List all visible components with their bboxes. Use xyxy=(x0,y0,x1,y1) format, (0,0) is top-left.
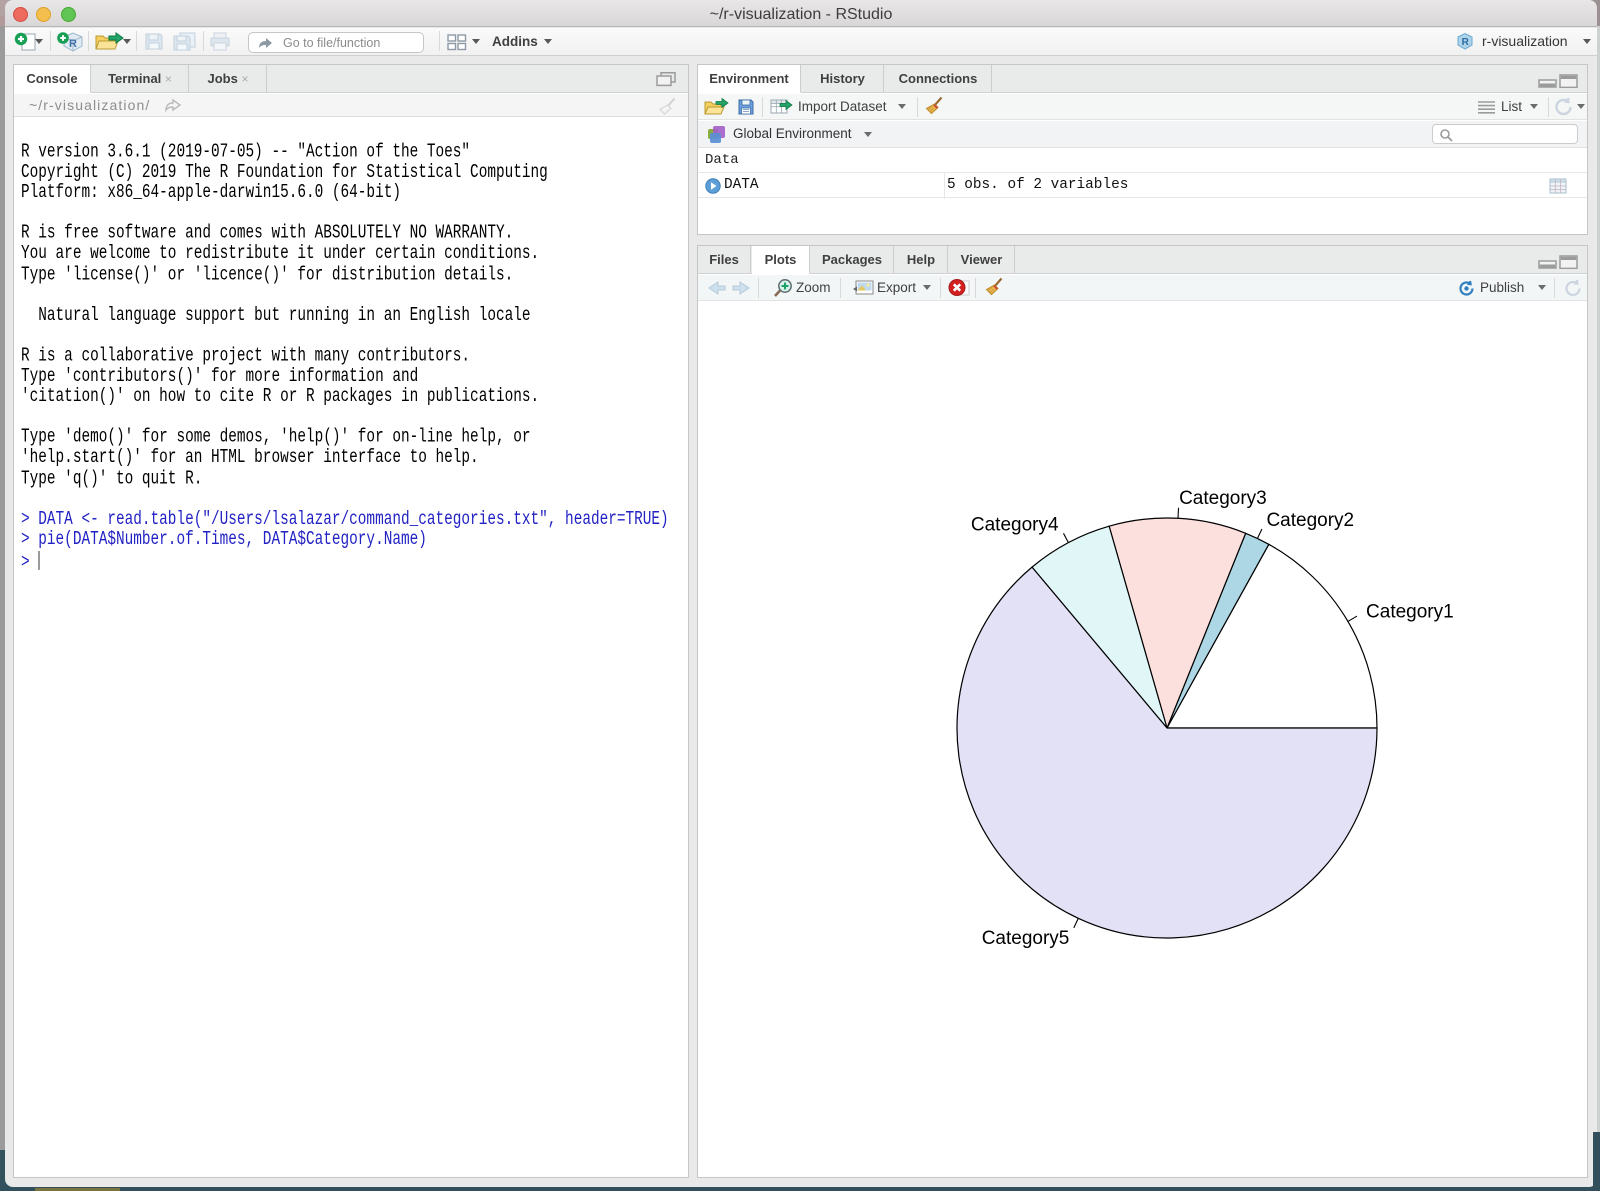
svg-text:Category3: Category3 xyxy=(1179,488,1267,509)
svg-text:R: R xyxy=(69,38,77,50)
svg-text:R: R xyxy=(1462,37,1470,48)
svg-text:Category5: Category5 xyxy=(982,928,1070,949)
svg-text:Category2: Category2 xyxy=(1266,510,1354,531)
svg-text:Category4: Category4 xyxy=(971,515,1059,536)
svg-text:Category1: Category1 xyxy=(1366,601,1454,622)
